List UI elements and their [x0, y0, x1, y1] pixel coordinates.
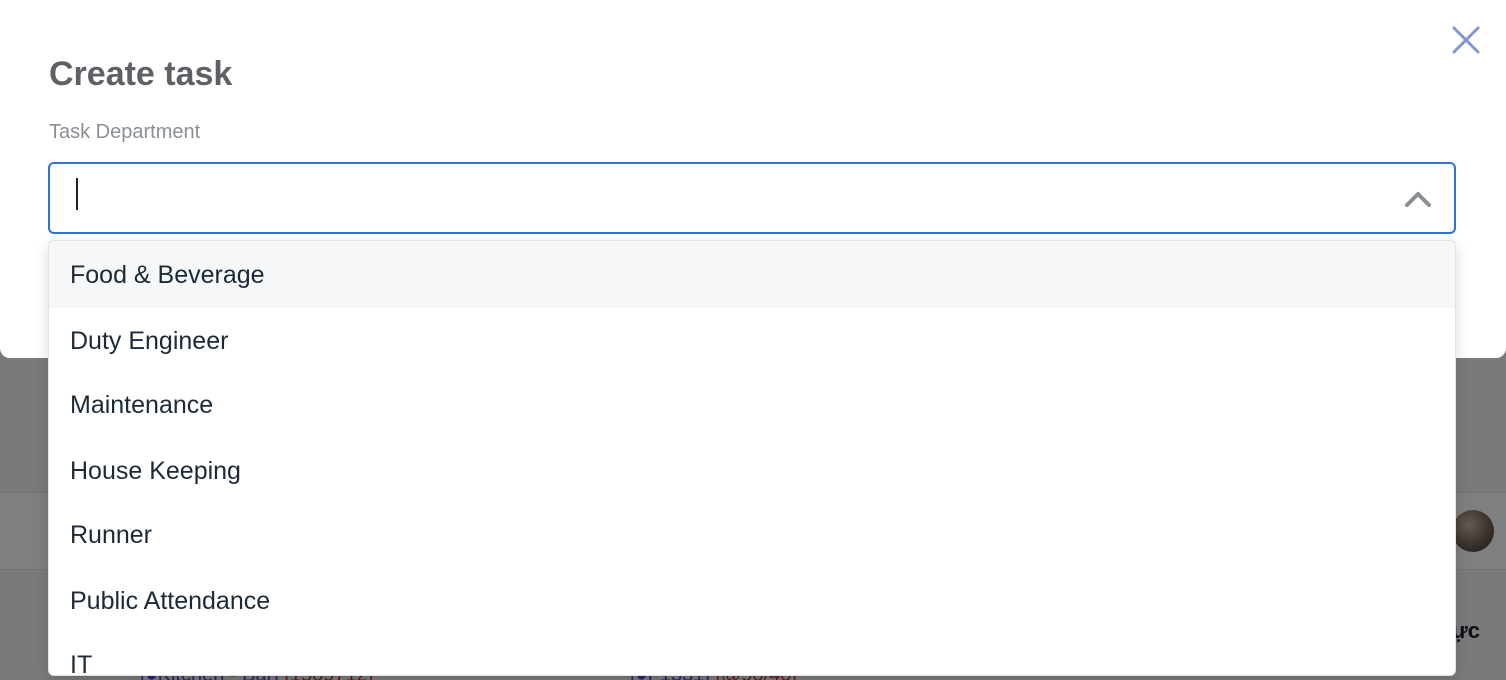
text-caret: [76, 178, 78, 210]
task-department-input[interactable]: [76, 176, 1376, 220]
dropdown-option-runner[interactable]: Runner: [49, 502, 1455, 568]
close-button[interactable]: [1448, 22, 1484, 58]
dropdown-option-it[interactable]: IT: [49, 632, 1455, 676]
task-department-label: Task Department: [49, 121, 201, 143]
dropdown-option-food-beverage[interactable]: Food & Beverage: [49, 242, 1455, 308]
modal-title: Create task: [49, 55, 233, 93]
task-department-select[interactable]: [48, 162, 1456, 234]
department-dropdown-menu: Food & Beverage Duty Engineer Maintenanc…: [48, 240, 1456, 676]
close-icon: [1452, 26, 1480, 54]
dropdown-option-maintenance[interactable]: Maintenance: [49, 372, 1455, 438]
dropdown-option-duty-engineer[interactable]: Duty Engineer: [49, 308, 1455, 374]
dropdown-option-public-attendance[interactable]: Public Attendance: [49, 568, 1455, 634]
chevron-up-icon[interactable]: [1404, 186, 1432, 210]
dropdown-option-house-keeping[interactable]: House Keeping: [49, 438, 1455, 504]
